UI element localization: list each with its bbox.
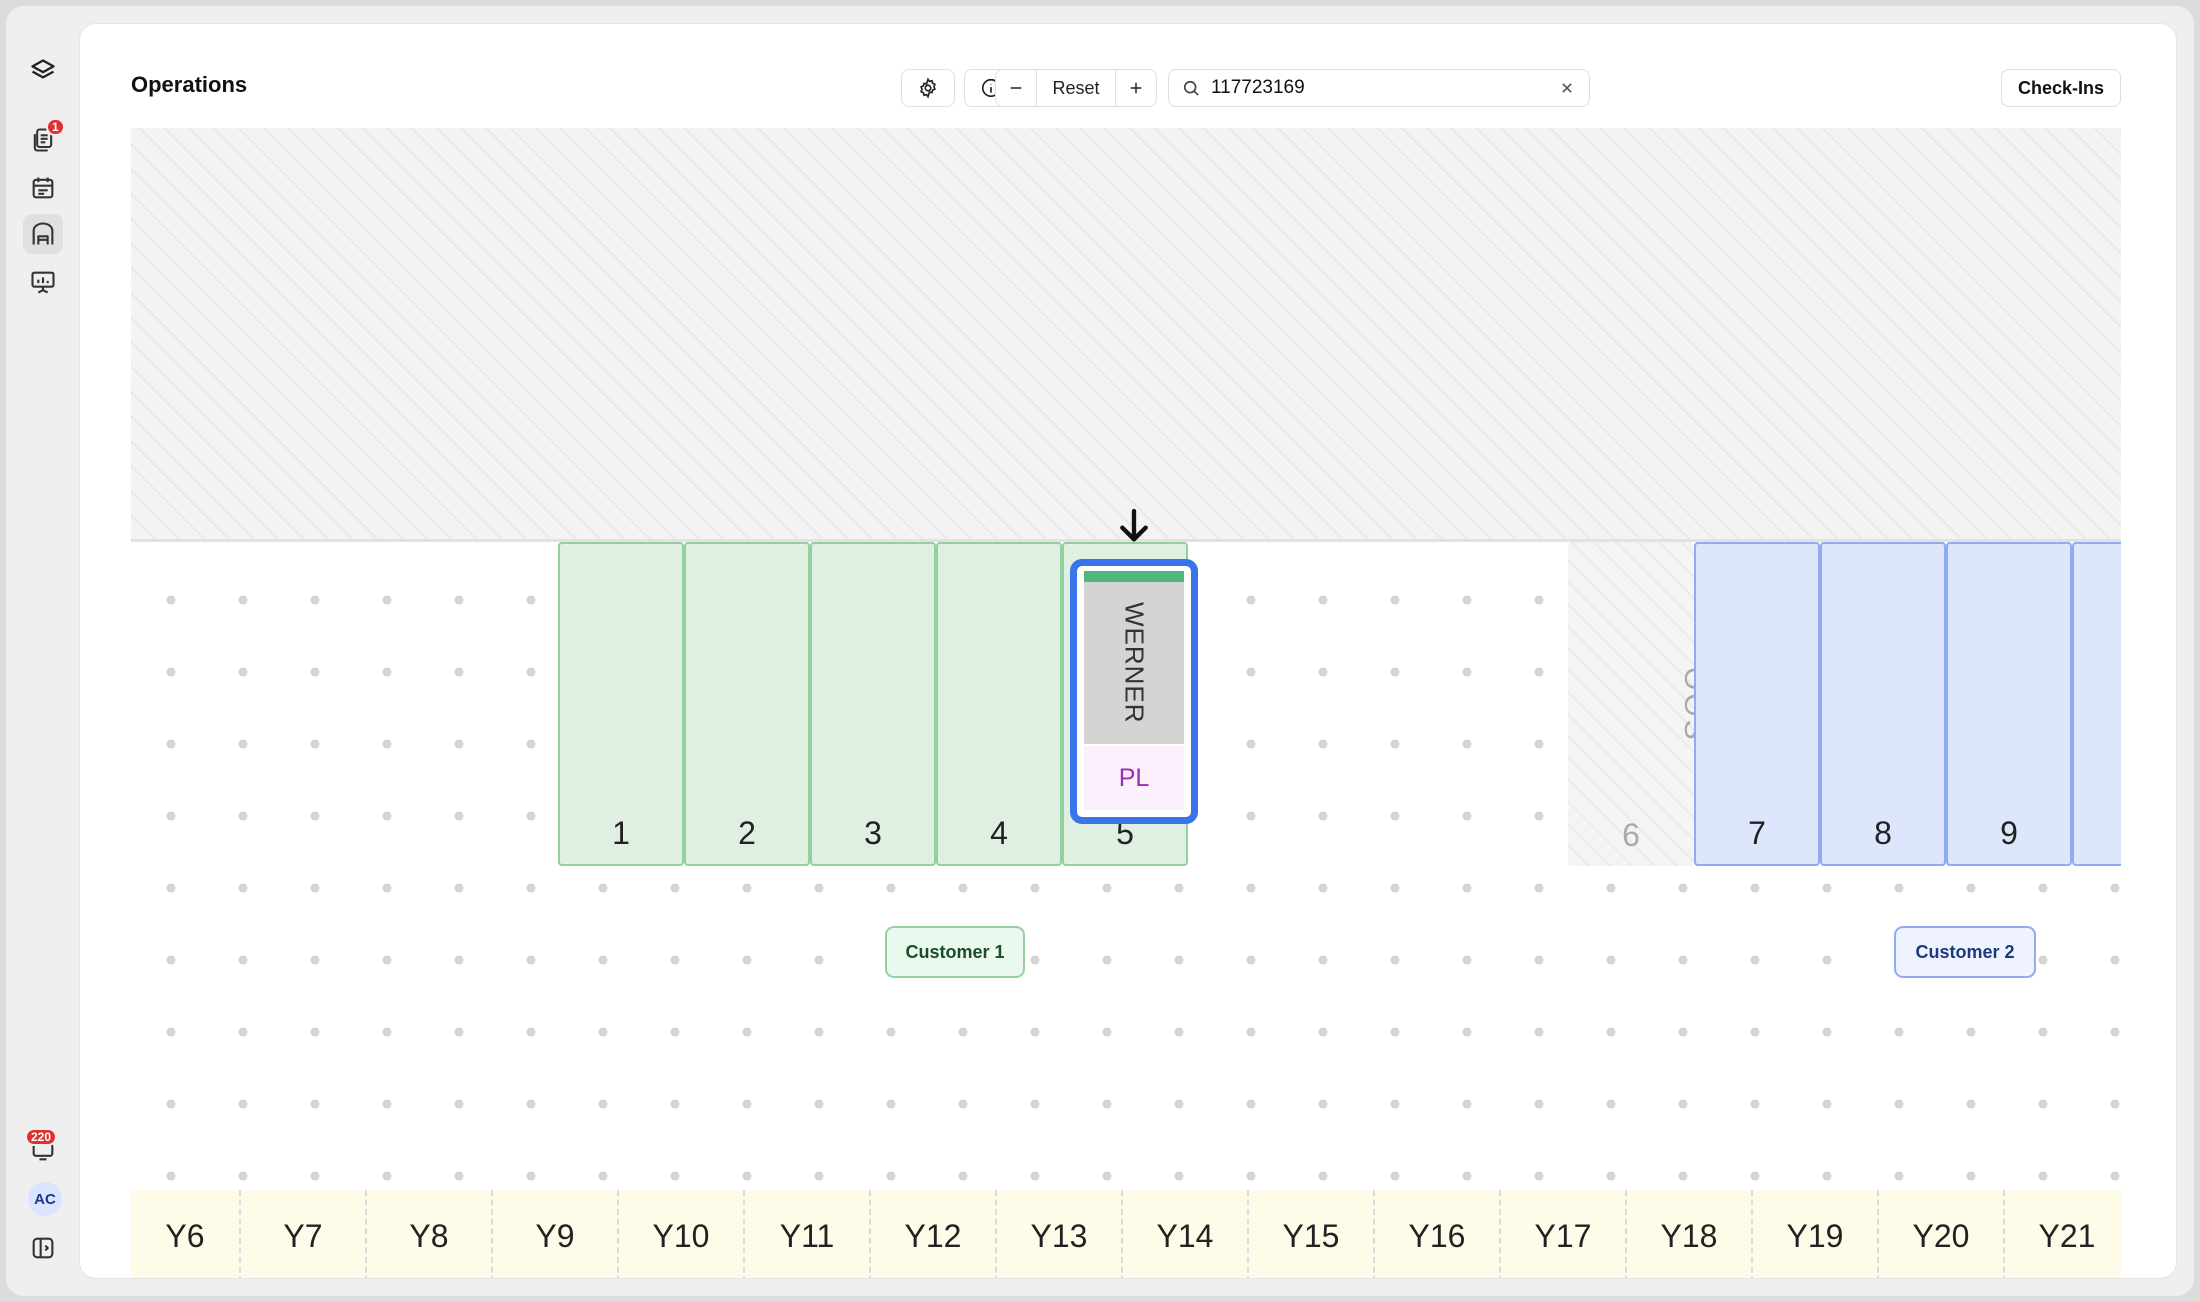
plus-icon bbox=[1130, 82, 1142, 94]
zoom-in-button[interactable] bbox=[1116, 70, 1156, 106]
dock-door-4[interactable]: 4 bbox=[936, 542, 1062, 866]
yard-map[interactable]: 1 2 3 4 5 6 OOS 7 8 9 WERNER PL Customer… bbox=[131, 128, 2121, 1278]
search-icon bbox=[1183, 80, 1199, 96]
trailer-card[interactable]: WERNER PL bbox=[1070, 559, 1198, 824]
trailer-tag: PL bbox=[1084, 746, 1184, 810]
search-box bbox=[1168, 69, 1590, 107]
minus-icon bbox=[1010, 87, 1022, 89]
yard-slot[interactable]: Y6 bbox=[131, 1190, 241, 1278]
notifications-icon[interactable]: 220 bbox=[23, 1128, 63, 1170]
trailer-body: WERNER bbox=[1084, 582, 1184, 744]
yard-slot[interactable]: Y11 bbox=[745, 1190, 871, 1278]
trailer-status-stripe bbox=[1084, 571, 1184, 582]
layers-logo-icon[interactable] bbox=[23, 51, 63, 91]
zoom-reset-button[interactable]: Reset bbox=[1036, 70, 1116, 106]
yard-slot[interactable]: Y19 bbox=[1753, 1190, 1879, 1278]
building-area bbox=[131, 128, 2121, 542]
customer-2-label[interactable]: Customer 2 bbox=[1894, 926, 2036, 978]
clear-search-icon[interactable] bbox=[1557, 78, 1577, 98]
arrow-down-icon bbox=[1120, 508, 1148, 542]
trailer-carrier: WERNER bbox=[1119, 602, 1150, 724]
dock-door-7[interactable]: 7 bbox=[1694, 542, 1820, 866]
dock-door-8[interactable]: 8 bbox=[1820, 542, 1946, 866]
yard-slot[interactable]: Y16 bbox=[1375, 1190, 1501, 1278]
yard-slot-row: Y6 Y7 Y8 Y9 Y10 Y11 Y12 Y13 Y14 Y15 Y16 … bbox=[131, 1190, 2121, 1278]
yard-slot[interactable]: Y17 bbox=[1501, 1190, 1627, 1278]
documents-icon[interactable]: 1 bbox=[23, 118, 65, 160]
settings-button[interactable] bbox=[901, 69, 955, 107]
presentation-chart-icon[interactable] bbox=[23, 262, 63, 302]
yard-slot[interactable]: Y15 bbox=[1249, 1190, 1375, 1278]
notifications-badge: 220 bbox=[25, 1128, 58, 1146]
dock-door-1[interactable]: 1 bbox=[558, 542, 684, 866]
yard-slot[interactable]: Y10 bbox=[619, 1190, 745, 1278]
dock-door-2[interactable]: 2 bbox=[684, 542, 810, 866]
check-ins-button[interactable]: Check-Ins bbox=[2001, 69, 2121, 107]
dock-door-9[interactable]: 9 bbox=[1946, 542, 2072, 866]
yard-slot[interactable]: Y12 bbox=[871, 1190, 997, 1278]
warehouse-icon[interactable] bbox=[23, 214, 63, 254]
customer-1-label[interactable]: Customer 1 bbox=[885, 926, 1025, 978]
zoom-controls: Reset bbox=[995, 69, 1157, 107]
sidebar: 1 220 AC bbox=[6, 6, 80, 1296]
app-window: 1 220 AC Operations Reset 117723169 Chec… bbox=[6, 6, 2194, 1296]
yard-slot[interactable]: Y13 bbox=[997, 1190, 1123, 1278]
yard-slot[interactable]: Y20 bbox=[1879, 1190, 2005, 1278]
sidebar-toggle-icon[interactable] bbox=[23, 1228, 63, 1268]
zoom-out-button[interactable] bbox=[996, 70, 1036, 106]
dock-door-3[interactable]: 3 bbox=[810, 542, 936, 866]
yard-slot[interactable]: Y7 bbox=[241, 1190, 367, 1278]
gear-icon bbox=[920, 77, 936, 99]
yard-slot[interactable]: Y9 bbox=[493, 1190, 619, 1278]
search-input[interactable] bbox=[1211, 77, 1557, 99]
yard-slot[interactable]: Y18 bbox=[1627, 1190, 1753, 1278]
avatar[interactable]: AC bbox=[28, 1182, 62, 1216]
yard-slot[interactable]: Y8 bbox=[367, 1190, 493, 1278]
documents-badge: 1 bbox=[46, 118, 65, 136]
yard-slot[interactable]: Y21 bbox=[2005, 1190, 2121, 1278]
main-panel: Operations Reset Check-Ins 1 2 3 bbox=[80, 24, 2176, 1278]
page-title: Operations bbox=[131, 72, 248, 97]
yard-slot[interactable]: Y14 bbox=[1123, 1190, 1249, 1278]
calendar-icon[interactable] bbox=[23, 168, 63, 208]
dock-door-partial[interactable] bbox=[2072, 542, 2121, 866]
